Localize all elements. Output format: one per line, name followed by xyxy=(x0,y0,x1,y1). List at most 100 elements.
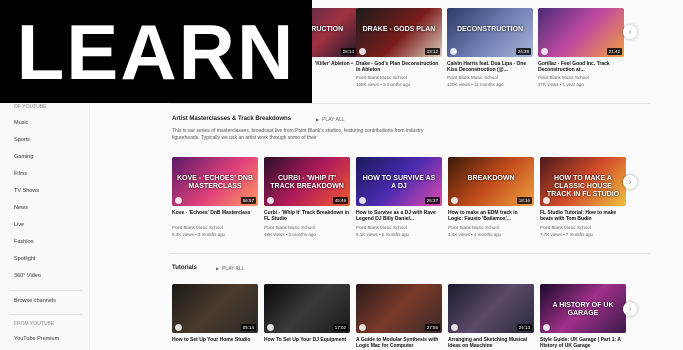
next-arrow-button[interactable]: › xyxy=(623,175,637,189)
video-meta: 37K views • 1 year ago xyxy=(538,82,584,87)
shelf-title[interactable]: Artist Masterclasses & Track Breakdowns xyxy=(172,116,291,122)
chevron-right-icon: › xyxy=(628,178,632,186)
video-thumbnail[interactable]: HOW TO MAKE A CLASSIC HOUSE TRACK IN FL … xyxy=(540,157,626,206)
video-meta: 120K views • 11 months ago xyxy=(447,82,504,87)
channel-logo-icon xyxy=(359,324,366,331)
video-thumbnail[interactable]: 27:55 xyxy=(356,284,442,333)
channel-name[interactable]: Point Blank Music School xyxy=(356,75,442,80)
shelf-divider xyxy=(170,253,650,254)
video-title[interactable]: How to make an EDM track in Logic: Faust… xyxy=(448,210,534,222)
video-thumbnail[interactable]: 24:13 xyxy=(448,284,534,333)
channel-logo-icon xyxy=(450,48,457,55)
video-title[interactable]: How to Survive as a DJ with Rave Legend … xyxy=(356,210,442,222)
channel-logo-icon xyxy=(359,48,366,55)
video-title[interactable]: A Guide to Modular Synthesis with Logic … xyxy=(356,337,442,349)
banner-text: LEARN xyxy=(16,7,296,96)
thumbnail-text: A HISTORY OF UK GARAGE xyxy=(552,302,614,317)
duration-badge: 13:12 xyxy=(424,48,440,55)
video-meta: 48K views • 3 months ago xyxy=(264,232,316,237)
channel-logo-icon xyxy=(543,197,550,204)
video-title[interactable]: How To Set Up Your DJ Equipment xyxy=(264,337,350,343)
video-title[interactable]: Calvin Harris feat. Dua Lipa - One Kiss … xyxy=(447,61,533,73)
play-all-button[interactable]: PLAY ALL xyxy=(216,266,244,272)
sidebar-divider xyxy=(10,290,82,291)
video-title[interactable]: Curbi - 'Whip It' Track Breakdown in FL … xyxy=(264,210,350,222)
channel-logo-icon xyxy=(267,197,274,204)
video-thumbnail[interactable]: KOVE - 'ECHOES' DNB MASTERCLASS 56:57 xyxy=(172,157,258,206)
video-thumbnail[interactable]: CURBI - 'WHIP IT' TRACK BREAKDOWN 45:49 xyxy=(264,157,350,206)
duration-badge: 17:02 xyxy=(332,324,348,331)
channel-name[interactable]: Point Blank Music School xyxy=(538,75,624,80)
sidebar-item-youtube-premium[interactable]: YouTube Premium xyxy=(14,336,59,342)
chevron-right-icon: › xyxy=(628,305,632,313)
channel-logo-icon xyxy=(541,48,548,55)
video-thumbnail[interactable]: 17:02 xyxy=(264,284,350,333)
video-title[interactable]: Drake - God's Plan Deconstruction in Abl… xyxy=(356,61,442,73)
video-title[interactable]: Style Guide: UK Garage | Part 1: A Histo… xyxy=(540,337,626,349)
video-thumbnail[interactable]: HOW TO SURVIVE AS A DJ 25:37 xyxy=(356,157,442,206)
duration-badge: 24:29 xyxy=(515,48,531,55)
sidebar-item-tv-shows[interactable]: TV Shows xyxy=(14,188,39,194)
channel-name[interactable]: Point Blank Music School xyxy=(356,225,442,230)
duration-badge: 21:42 xyxy=(606,48,622,55)
channel-logo-icon xyxy=(543,324,550,331)
video-meta: 5.3K views • 3 months ago xyxy=(172,232,226,237)
video-meta: 6.1K views • 5 months ago xyxy=(356,232,410,237)
sidebar-item-gaming[interactable]: Gaming xyxy=(14,154,33,160)
video-title[interactable]: Kove - 'Echoes' DnB Masterclass xyxy=(172,210,258,216)
duration-badge: 18:16 xyxy=(516,197,532,204)
channel-logo-icon xyxy=(451,324,458,331)
video-title[interactable]: FL Studio Tutorial: How to make beats wi… xyxy=(540,210,626,222)
sidebar-item-news[interactable]: News xyxy=(14,205,28,211)
sidebar-section-title: of YouTube xyxy=(14,104,47,110)
shelf-description: This is our series of masterclasses, bro… xyxy=(172,128,424,141)
channel-name[interactable]: Point Blank Music School xyxy=(447,75,533,80)
sidebar-item-music[interactable]: Music xyxy=(14,120,28,126)
video-thumbnail[interactable]: 05:14 xyxy=(172,284,258,333)
thumbnail-text: HOW TO MAKE A CLASSIC HOUSE TRACK IN FL … xyxy=(546,175,620,198)
duration-badge: 45:49 xyxy=(332,197,348,204)
channel-logo-icon xyxy=(175,197,182,204)
video-meta: 7.7K views • 7 months ago xyxy=(540,232,594,237)
duration-badge: 27:55 xyxy=(424,324,440,331)
sidebar-item-360-video[interactable]: 360° Video xyxy=(14,273,41,279)
duration-badge: 24:13 xyxy=(516,324,532,331)
sidebar-item-live[interactable]: Live xyxy=(14,222,24,228)
shelf-divider xyxy=(170,103,650,104)
video-thumbnail[interactable]: BREAKDOWN 18:16 xyxy=(448,157,534,206)
channel-name[interactable]: Point Blank Music School xyxy=(264,225,350,230)
sidebar-from-youtube-title: FROM YOUTUBE xyxy=(14,321,55,327)
channel-logo-icon xyxy=(175,324,182,331)
next-arrow-button[interactable]: › xyxy=(623,25,637,39)
thumbnail-text: HOW TO SURVIVE AS A DJ xyxy=(362,175,436,190)
youtube-channel-page: of YouTube Music Sports Gaming Films TV … xyxy=(0,0,683,350)
sidebar-item-sports[interactable]: Sports xyxy=(14,137,30,143)
duration-badge: 05:14 xyxy=(240,324,256,331)
thumbnail-text: DRAKE - GODS PLAN xyxy=(362,26,436,33)
play-all-button[interactable]: PLAY ALL xyxy=(316,117,344,123)
video-title[interactable]: Arranging and Sketching Musical Ideas on… xyxy=(448,337,534,349)
channel-name[interactable]: Point Blank Music School xyxy=(172,225,258,230)
next-arrow-button[interactable]: › xyxy=(623,302,637,316)
channel-logo-icon xyxy=(451,197,458,204)
shelf-title[interactable]: Tutorials xyxy=(172,265,197,271)
video-title[interactable]: 'Killer' Ableton • xyxy=(315,61,360,67)
video-thumbnail[interactable]: A HISTORY OF UK GARAGE xyxy=(540,284,626,333)
channel-name[interactable]: Point Blank Music School xyxy=(448,225,534,230)
sidebar-divider xyxy=(10,314,82,315)
channel-name[interactable]: Point Blank Music School xyxy=(540,225,626,230)
video-title[interactable]: Gorillaz - Feel Good Inc. Track Deconstr… xyxy=(538,61,624,73)
duration-badge: 25:37 xyxy=(424,197,440,204)
video-thumbnail[interactable]: DECONSTRUCTION 24:29 xyxy=(447,8,533,57)
video-title[interactable]: How to Set Up Your Home Studio xyxy=(172,337,258,343)
sidebar-item-browse-channels[interactable]: Browse channels xyxy=(14,298,56,304)
video-thumbnail[interactable]: DRAKE - GODS PLAN 13:12 xyxy=(356,8,442,57)
thumbnail-text: DECONSTRUCTION xyxy=(456,26,524,33)
thumbnail-text: BREAKDOWN xyxy=(467,175,515,182)
sidebar-item-films[interactable]: Films xyxy=(14,171,27,177)
sidebar-item-spotlight[interactable]: Spotlight xyxy=(14,256,35,262)
video-thumbnail[interactable]: 21:42 xyxy=(538,8,624,57)
channel-logo-icon xyxy=(359,197,366,204)
duration-badge: 08:14 xyxy=(340,48,356,55)
sidebar-item-fashion[interactable]: Fashion xyxy=(14,239,34,245)
